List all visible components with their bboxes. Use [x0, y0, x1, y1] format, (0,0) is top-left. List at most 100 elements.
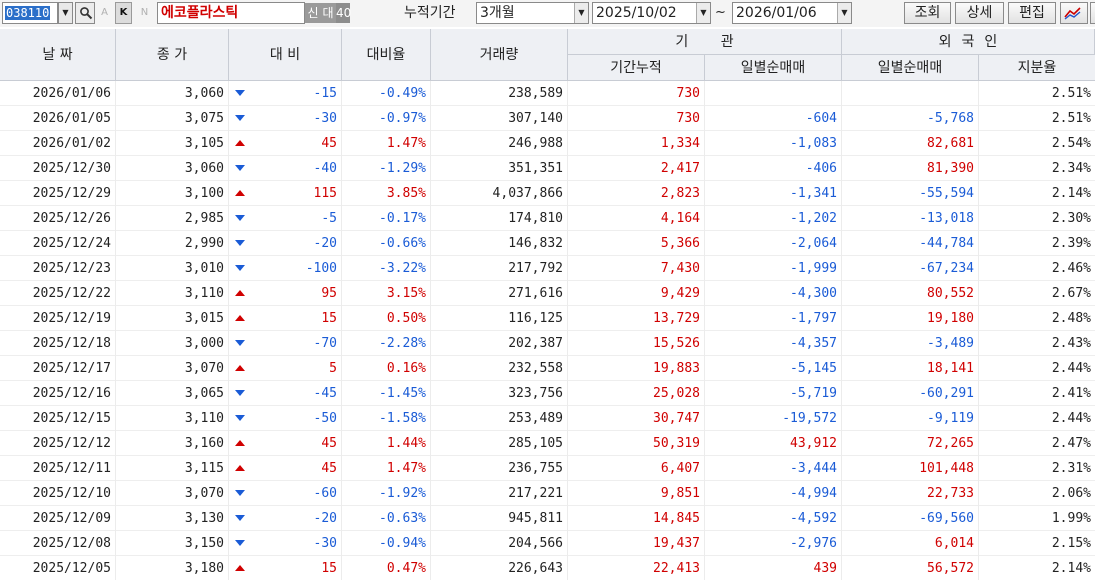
cell-institution-daily-net: -2,064	[705, 231, 842, 256]
start-date-picker[interactable]: 2025/10/02 ▼	[592, 2, 711, 24]
table-row[interactable]: 2025/12/10 3,070 -60 -1.92% 217,221 9,851 -4,9…	[0, 481, 1095, 506]
cell-volume: 116,125	[431, 306, 568, 331]
cell-foreign-share-text: 2.44%	[1051, 361, 1091, 376]
table-row[interactable]: 2025/12/15 3,110 -50 -1.58% 253,489 30,747 -19…	[0, 406, 1095, 431]
table-row[interactable]: 2025/12/12 3,160 45 1.44% 285,105 50,319 43,91…	[0, 431, 1095, 456]
cell-foreign-share: 2.48%	[979, 306, 1095, 331]
cell-institution-daily-net: -1,797	[705, 306, 842, 331]
cell-foreign-share-text: 2.67%	[1051, 286, 1091, 301]
cell-foreign-share-text: 2.34%	[1051, 161, 1091, 176]
header-institution-daily-net[interactable]: 일별순매매	[705, 55, 842, 81]
header-date[interactable]: 날 짜	[0, 29, 116, 81]
cell-institution-daily-net-text: -2,976	[790, 536, 837, 551]
table-row[interactable]: 2026/01/05 3,075 -30 -0.97% 307,140 730 -604 -5…	[0, 106, 1095, 131]
cell-close: 3,110	[116, 281, 245, 306]
cell-change-rate-text: 3.85%	[386, 186, 426, 201]
query-button[interactable]: 조회	[904, 2, 951, 24]
period-select[interactable]: 3개월 ▼	[476, 2, 589, 24]
header-volume[interactable]: 거래량	[431, 29, 568, 81]
table-row[interactable]: 2025/12/23 3,010 -100 -3.22% 217,792 7,430 -1,…	[0, 256, 1095, 281]
table-row[interactable]: 2025/12/19 3,015 15 0.50% 116,125 13,729 -1,79…	[0, 306, 1095, 331]
table-row[interactable]: 2025/12/16 3,065 -45 -1.45% 323,756 25,028 -5,…	[0, 381, 1095, 406]
cell-date-text: 2026/01/02	[32, 136, 111, 151]
table-row[interactable]: 2025/12/18 3,000 -70 -2.28% 202,387 15,526 -4,…	[0, 331, 1095, 356]
table-row[interactable]: 2026/01/02 3,105 45 1.47% 246,988 1,334 -1,083…	[0, 131, 1095, 156]
cell-change: -5	[229, 206, 342, 231]
cell-institution-daily-net-text: -406	[805, 161, 837, 176]
table-row[interactable]: 2026/01/06 3,060 -15 -0.49% 238,589 730 2.51%	[0, 81, 1095, 106]
cell-date-text: 2025/12/05	[32, 561, 111, 576]
cell-foreign-share-text: 2.41%	[1051, 386, 1091, 401]
end-date-picker[interactable]: 2026/01/06 ▼	[732, 2, 852, 24]
credit-badge: 대	[320, 3, 336, 23]
cell-change: -20	[229, 506, 342, 531]
cell-volume-text: 217,221	[508, 486, 563, 501]
cell-change: -100	[229, 256, 342, 281]
cell-foreign-daily-net: 18,141	[842, 356, 979, 381]
detail-button[interactable]: 상세	[955, 2, 1004, 24]
cell-change-text: -50	[313, 411, 337, 426]
cell-change: -15	[229, 81, 342, 106]
header-change-rate[interactable]: 대비율	[342, 29, 431, 81]
cell-institution-daily-net: 43,912	[705, 431, 842, 456]
cell-date-text: 2025/12/29	[32, 186, 111, 201]
cell-date-text: 2025/12/15	[32, 411, 111, 426]
stock-search-button[interactable]	[75, 2, 95, 24]
cell-close: 3,015	[116, 306, 245, 331]
more-button[interactable]	[1090, 2, 1095, 24]
table-row[interactable]: 2025/12/24 2,990 -20 -0.66% 146,832 5,366 -2,0…	[0, 231, 1095, 256]
table-row[interactable]: 2025/12/17 3,070 5 0.16% 232,558 19,883 -5,145…	[0, 356, 1095, 381]
table-row[interactable]: 2025/12/26 2,985 -5 -0.17% 174,810 4,164 -1,20…	[0, 206, 1095, 231]
cell-foreign-daily-net	[842, 81, 979, 106]
stock-code-dropdown-button[interactable]: ▼	[58, 2, 73, 24]
cell-foreign-daily-net: 22,733	[842, 481, 979, 506]
cell-institution-daily-net-text: -4,357	[790, 336, 837, 351]
chart-button[interactable]	[1060, 2, 1088, 24]
table-row[interactable]: 2025/12/29 3,100 115 3.85% 4,037,866 2,823 -1,…	[0, 181, 1095, 206]
cell-change-rate-text: -0.66%	[379, 236, 426, 251]
cell-change: -50	[229, 406, 342, 431]
stock-code-input[interactable]: 038110	[2, 2, 58, 24]
cell-date: 2026/01/02	[0, 131, 116, 156]
cell-volume-text: 174,810	[508, 211, 563, 226]
cell-date-text: 2025/12/26	[32, 211, 111, 226]
cell-institution-accumulated: 19,437	[568, 531, 705, 556]
cell-change-rate-text: 0.16%	[386, 361, 426, 376]
cell-foreign-share-text: 2.39%	[1051, 236, 1091, 251]
cell-foreign-daily-net-text: 6,014	[934, 536, 974, 551]
market-n-toggle[interactable]: N	[137, 2, 152, 24]
cell-foreign-daily-net-text: 101,448	[919, 461, 974, 476]
header-change[interactable]: 대 비	[229, 29, 342, 81]
table-row[interactable]: 2025/12/08 3,150 -30 -0.94% 204,566 19,437 -2,…	[0, 531, 1095, 556]
edit-button[interactable]: 편집	[1008, 2, 1056, 24]
cell-close-text: 3,110	[184, 411, 224, 426]
cell-foreign-daily-net: -67,234	[842, 256, 979, 281]
header-foreign-share[interactable]: 지분율	[979, 55, 1095, 81]
cell-foreign-daily-net: -69,560	[842, 506, 979, 531]
cell-institution-accumulated-text: 19,437	[653, 536, 700, 551]
cell-change-rate: 3.15%	[342, 281, 431, 306]
table-row[interactable]: 2025/12/30 3,060 -40 -1.29% 351,351 2,417 -406…	[0, 156, 1095, 181]
cell-institution-accumulated: 14,845	[568, 506, 705, 531]
market-a-toggle[interactable]: A	[97, 2, 112, 24]
table-row[interactable]: 2025/12/09 3,130 -20 -0.63% 945,811 14,845 -4,…	[0, 506, 1095, 531]
cell-volume: 253,489	[431, 406, 568, 431]
cell-foreign-share: 2.14%	[979, 556, 1095, 580]
header-foreign-daily-net[interactable]: 일별순매매	[842, 55, 979, 81]
table-row[interactable]: 2025/12/11 3,115 45 1.47% 236,755 6,407 -3,444…	[0, 456, 1095, 481]
cell-volume-text: 945,811	[508, 511, 563, 526]
cell-institution-accumulated-text: 7,430	[660, 261, 700, 276]
cell-foreign-daily-net: -5,768	[842, 106, 979, 131]
cell-institution-accumulated-text: 15,526	[653, 336, 700, 351]
header-close[interactable]: 종 가	[116, 29, 229, 81]
table-row[interactable]: 2025/12/22 3,110 95 3.15% 271,616 9,429 -4,300…	[0, 281, 1095, 306]
table-row[interactable]: 2025/12/05 3,180 15 0.47% 226,643 22,413 439 56…	[0, 556, 1095, 580]
cell-date-text: 2025/12/30	[32, 161, 111, 176]
cell-foreign-share-text: 2.14%	[1051, 561, 1091, 576]
magnifier-icon	[80, 7, 93, 20]
cell-institution-daily-net: -406	[705, 156, 842, 181]
market-k-toggle[interactable]: K	[115, 2, 132, 24]
cell-volume-text: 4,037,866	[492, 186, 563, 201]
cell-date: 2025/12/11	[0, 456, 116, 481]
header-institution-accumulated[interactable]: 기간누적	[568, 55, 705, 81]
